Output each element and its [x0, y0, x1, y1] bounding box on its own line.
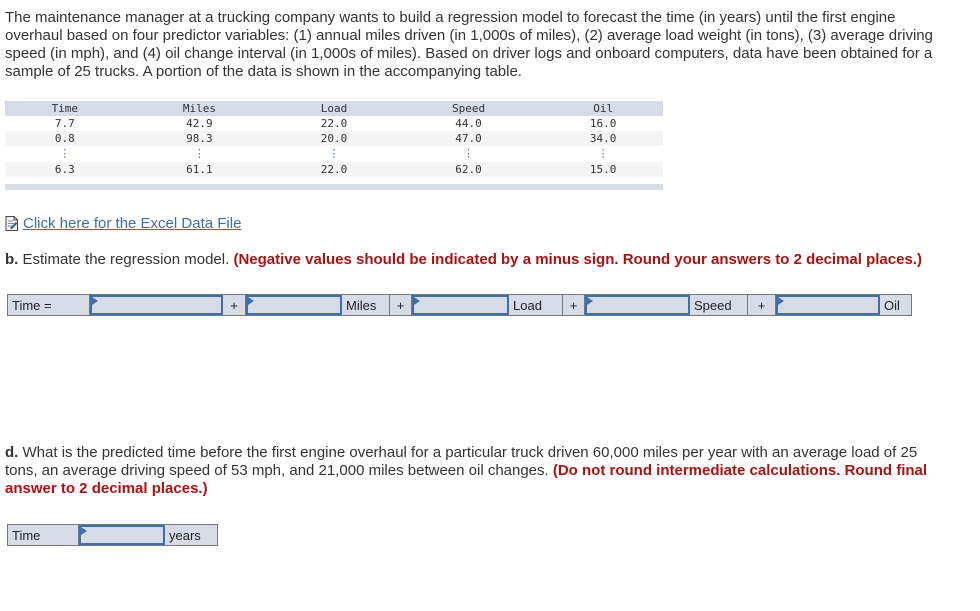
speed-variable-label: Speed: [690, 295, 748, 315]
table-footer-bar: [5, 184, 663, 190]
regression-equation-row: Time = + Miles + Load + Speed + Oil: [7, 294, 912, 316]
input-flag-icon: [81, 527, 87, 535]
oil-coefficient-input-cell[interactable]: [776, 295, 880, 315]
time-label: Time: [8, 525, 79, 545]
ellipsis-icon: ⋮: [328, 147, 340, 160]
load-coefficient-input-cell[interactable]: [412, 295, 509, 315]
table-spacer: [5, 177, 663, 184]
predicted-time-input[interactable]: [81, 527, 163, 544]
load-coefficient-input[interactable]: [414, 297, 507, 314]
column-header: Time: [51, 102, 79, 115]
table-cell: 7.7: [54, 117, 75, 130]
table-cell: 0.8: [54, 132, 75, 145]
speed-coefficient-input[interactable]: [587, 297, 688, 314]
table-row: 7.7 42.9 22.0 44.0 16.0: [5, 116, 663, 131]
ellipsis-icon: ⋮: [597, 147, 609, 160]
load-variable-label: Load: [509, 295, 563, 315]
ellipsis-icon: ⋮: [463, 147, 475, 160]
predicted-time-input-cell[interactable]: [79, 525, 165, 545]
intercept-input-cell[interactable]: [90, 295, 223, 315]
excel-data-file-link[interactable]: Click here for the Excel Data File: [5, 215, 241, 232]
column-header: Oil: [593, 102, 614, 115]
plus-sign: +: [563, 295, 585, 315]
table-header-row: Time Miles Load Speed Oil: [5, 101, 663, 116]
table-cell: 44.0: [455, 117, 482, 130]
miles-variable-label: Miles: [342, 295, 390, 315]
question-d: d. What is the predicted time before the…: [5, 444, 950, 498]
years-unit-label: years: [169, 527, 201, 543]
excel-link-label[interactable]: Click here for the Excel Data File: [23, 215, 241, 232]
document-file-icon: [5, 216, 19, 231]
table-cell: 15.0: [589, 163, 617, 176]
question-b: b. Estimate the regression model. (Negat…: [5, 251, 950, 269]
intercept-input[interactable]: [92, 297, 221, 314]
input-flag-icon: [587, 297, 593, 305]
ellipsis-icon: ⋮: [59, 147, 71, 160]
input-flag-icon: [778, 297, 784, 305]
table-row: 6.3 61.1 22.0 62.0 15.0: [5, 162, 663, 177]
table-cell: 42.9: [186, 117, 213, 130]
table-cell: 62.0: [455, 163, 482, 176]
table-cell: 22.0: [320, 163, 348, 176]
plus-sign: +: [748, 295, 776, 315]
oil-coefficient-input[interactable]: [778, 297, 878, 314]
input-flag-icon: [414, 297, 420, 305]
ellipsis-icon: ⋮: [193, 147, 205, 160]
oil-variable-label: Oil: [884, 297, 900, 313]
question-b-instructions: (Negative values should be indicated by …: [233, 251, 922, 268]
table-cell: 22.0: [320, 117, 348, 130]
input-flag-icon: [248, 297, 254, 305]
question-b-letter: b.: [5, 251, 19, 268]
table-cell: 34.0: [589, 132, 617, 145]
table-cell: 20.0: [320, 132, 348, 145]
column-header: Load: [320, 102, 348, 115]
speed-coefficient-input-cell[interactable]: [585, 295, 690, 315]
column-header: Speed: [451, 102, 486, 115]
table-ellipsis-row: ⋮ ⋮ ⋮ ⋮ ⋮: [5, 146, 663, 162]
problem-intro: The maintenance manager at a trucking co…: [5, 9, 933, 80]
time-equals-label: Time =: [8, 295, 90, 315]
input-flag-icon: [92, 297, 98, 305]
table-cell: 98.3: [186, 132, 213, 145]
table-cell: 61.1: [186, 163, 213, 176]
miles-coefficient-input-cell[interactable]: [246, 295, 342, 315]
table-cell: 6.3: [54, 163, 75, 176]
miles-coefficient-input[interactable]: [248, 297, 340, 314]
data-table: Time Miles Load Speed Oil 7.7 42.9 22.0 …: [5, 101, 663, 190]
question-b-text: Estimate the regression model.: [18, 251, 234, 268]
table-cell: 16.0: [589, 117, 617, 130]
predicted-time-row: Time years: [7, 524, 218, 546]
question-d-letter: d.: [5, 444, 19, 461]
plus-sign: +: [223, 295, 246, 315]
table-row: 0.8 98.3 20.0 47.0 34.0: [5, 131, 663, 146]
plus-sign: +: [390, 295, 412, 315]
table-cell: 47.0: [455, 132, 482, 145]
column-header: Miles: [182, 102, 216, 115]
